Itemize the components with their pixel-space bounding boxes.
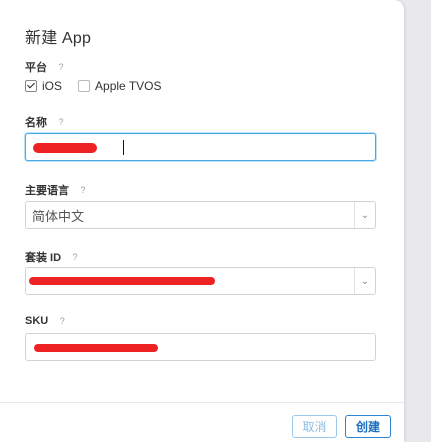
name-label-row: 名称 ?: [25, 114, 67, 130]
name-redaction: [33, 143, 97, 153]
platform-options: iOS Apple TVOS: [25, 79, 178, 93]
sku-label-row: SKU ?: [25, 315, 68, 327]
bundle-id-label-row: 套装 ID ?: [25, 249, 81, 265]
create-button[interactable]: 创建: [345, 415, 391, 438]
chevron-down-icon[interactable]: ⌄: [354, 202, 375, 228]
bundle-id-select[interactable]: ⌄: [25, 267, 376, 295]
name-input[interactable]: [25, 133, 376, 161]
platform-ios-checkbox[interactable]: iOS: [25, 79, 62, 93]
checkbox-empty-icon: [78, 80, 91, 92]
sku-help-icon[interactable]: ?: [56, 315, 68, 327]
sku-label: SKU: [25, 315, 49, 327]
new-app-dialog: 新建 App 平台 ? iOS Apple TVOS 名称 ? 主要语言 ? 简…: [0, 0, 404, 442]
platform-ios-label: iOS: [42, 79, 63, 93]
name-label: 名称: [25, 117, 47, 129]
text-caret: [123, 140, 124, 155]
language-help-icon[interactable]: ?: [77, 184, 89, 196]
language-label: 主要语言: [25, 185, 69, 197]
sku-input[interactable]: [25, 333, 376, 361]
footer-divider: [0, 402, 404, 403]
platform-tvos-label: Apple TVOS: [95, 79, 162, 93]
platform-label: 平台: [25, 62, 47, 74]
checkmark-icon: [25, 80, 37, 92]
dialog-title: 新建 App: [25, 30, 92, 47]
platform-tvos-checkbox[interactable]: Apple TVOS: [78, 79, 162, 93]
language-selected-value: 简体中文: [32, 208, 85, 224]
platform-help-icon[interactable]: ?: [55, 61, 67, 73]
bundle-id-redaction: [29, 277, 215, 285]
platform-label-row: 平台 ?: [25, 59, 67, 75]
language-label-row: 主要语言 ?: [25, 182, 89, 198]
name-help-icon[interactable]: ?: [55, 116, 67, 128]
bundle-id-label: 套装 ID: [25, 252, 62, 264]
language-select[interactable]: 简体中文 ⌄: [25, 201, 376, 229]
chevron-down-icon[interactable]: ⌄: [354, 268, 375, 294]
cancel-button[interactable]: 取消: [292, 415, 337, 438]
sku-redaction: [34, 344, 158, 352]
bundle-id-help-icon[interactable]: ?: [69, 251, 81, 263]
